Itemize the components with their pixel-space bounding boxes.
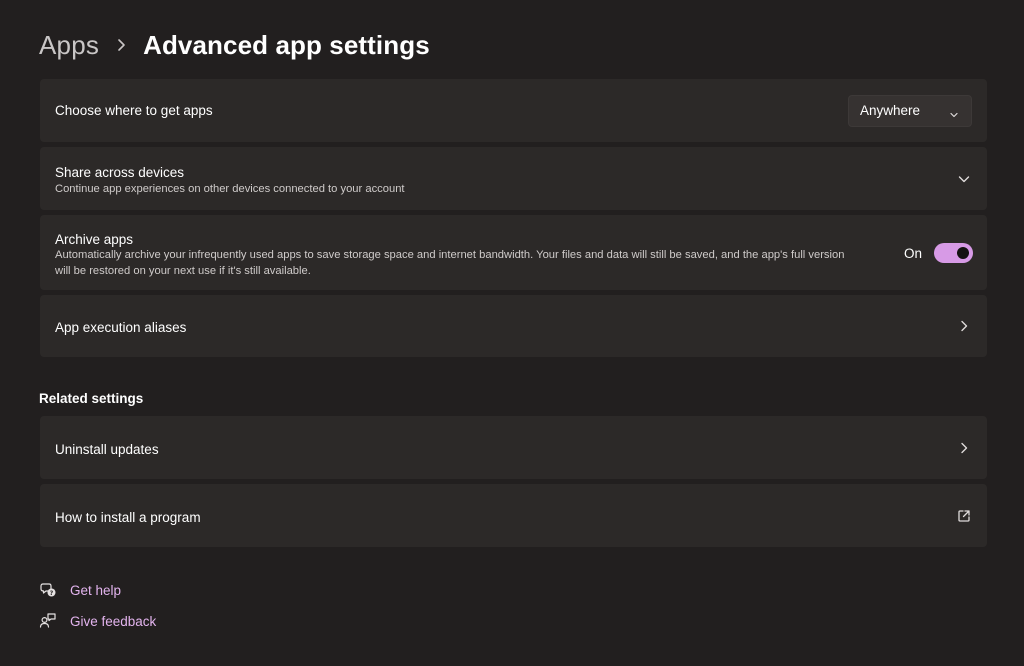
share-devices-description: Continue app experiences on other device… [55, 183, 405, 195]
advanced-app-settings-page: Apps Advanced app settings Choose where … [0, 0, 1024, 666]
archive-apps-toggle[interactable] [934, 243, 973, 263]
app-source-dropdown[interactable]: Anywhere [848, 95, 972, 127]
breadcrumb: Apps Advanced app settings [39, 26, 430, 64]
feedback-person-icon [39, 612, 57, 630]
give-feedback-label: Give feedback [70, 613, 157, 629]
breadcrumb-apps-link[interactable]: Apps [39, 30, 99, 61]
share-across-devices-card[interactable]: Share across devices Continue app experi… [40, 147, 987, 210]
uninstall-updates-title: Uninstall updates [55, 442, 159, 457]
get-help-label: Get help [70, 582, 122, 598]
app-source-dropdown-value: Anywhere [860, 103, 921, 118]
give-feedback-link[interactable]: Give feedback [39, 610, 156, 632]
app-execution-aliases-card[interactable]: App execution aliases [40, 295, 987, 357]
open-external-icon [957, 509, 971, 523]
get-help-link[interactable]: ? Get help [39, 579, 121, 601]
chevron-down-icon [949, 107, 959, 118]
archive-apps-card: Archive apps Automatically archive your … [40, 215, 987, 290]
archive-apps-title: Archive apps [55, 232, 134, 247]
how-to-install-program-card[interactable]: How to install a program [40, 484, 987, 547]
svg-text:?: ? [50, 590, 54, 597]
chevron-right-icon [957, 319, 971, 333]
help-chat-icon: ? [39, 581, 57, 599]
execution-aliases-title: App execution aliases [55, 320, 187, 335]
choose-where-to-get-apps-card: Choose where to get apps Anywhere [40, 79, 987, 142]
how-to-install-title: How to install a program [55, 510, 201, 525]
chevron-down-icon[interactable] [957, 172, 971, 186]
toggle-knob [957, 247, 969, 259]
archive-apps-description-line-2: will be restored on your next use if it'… [55, 265, 311, 277]
related-settings-heading: Related settings [39, 391, 144, 406]
share-devices-title: Share across devices [55, 165, 185, 180]
chevron-right-icon [957, 441, 971, 455]
chevron-right-icon [107, 26, 135, 64]
page-title: Advanced app settings [143, 29, 430, 60]
archive-apps-description-line-1: Automatically archive your infrequently … [55, 249, 845, 261]
archive-apps-toggle-label: On [904, 246, 923, 261]
choose-where-title: Choose where to get apps [55, 103, 213, 118]
uninstall-updates-card[interactable]: Uninstall updates [40, 416, 987, 479]
